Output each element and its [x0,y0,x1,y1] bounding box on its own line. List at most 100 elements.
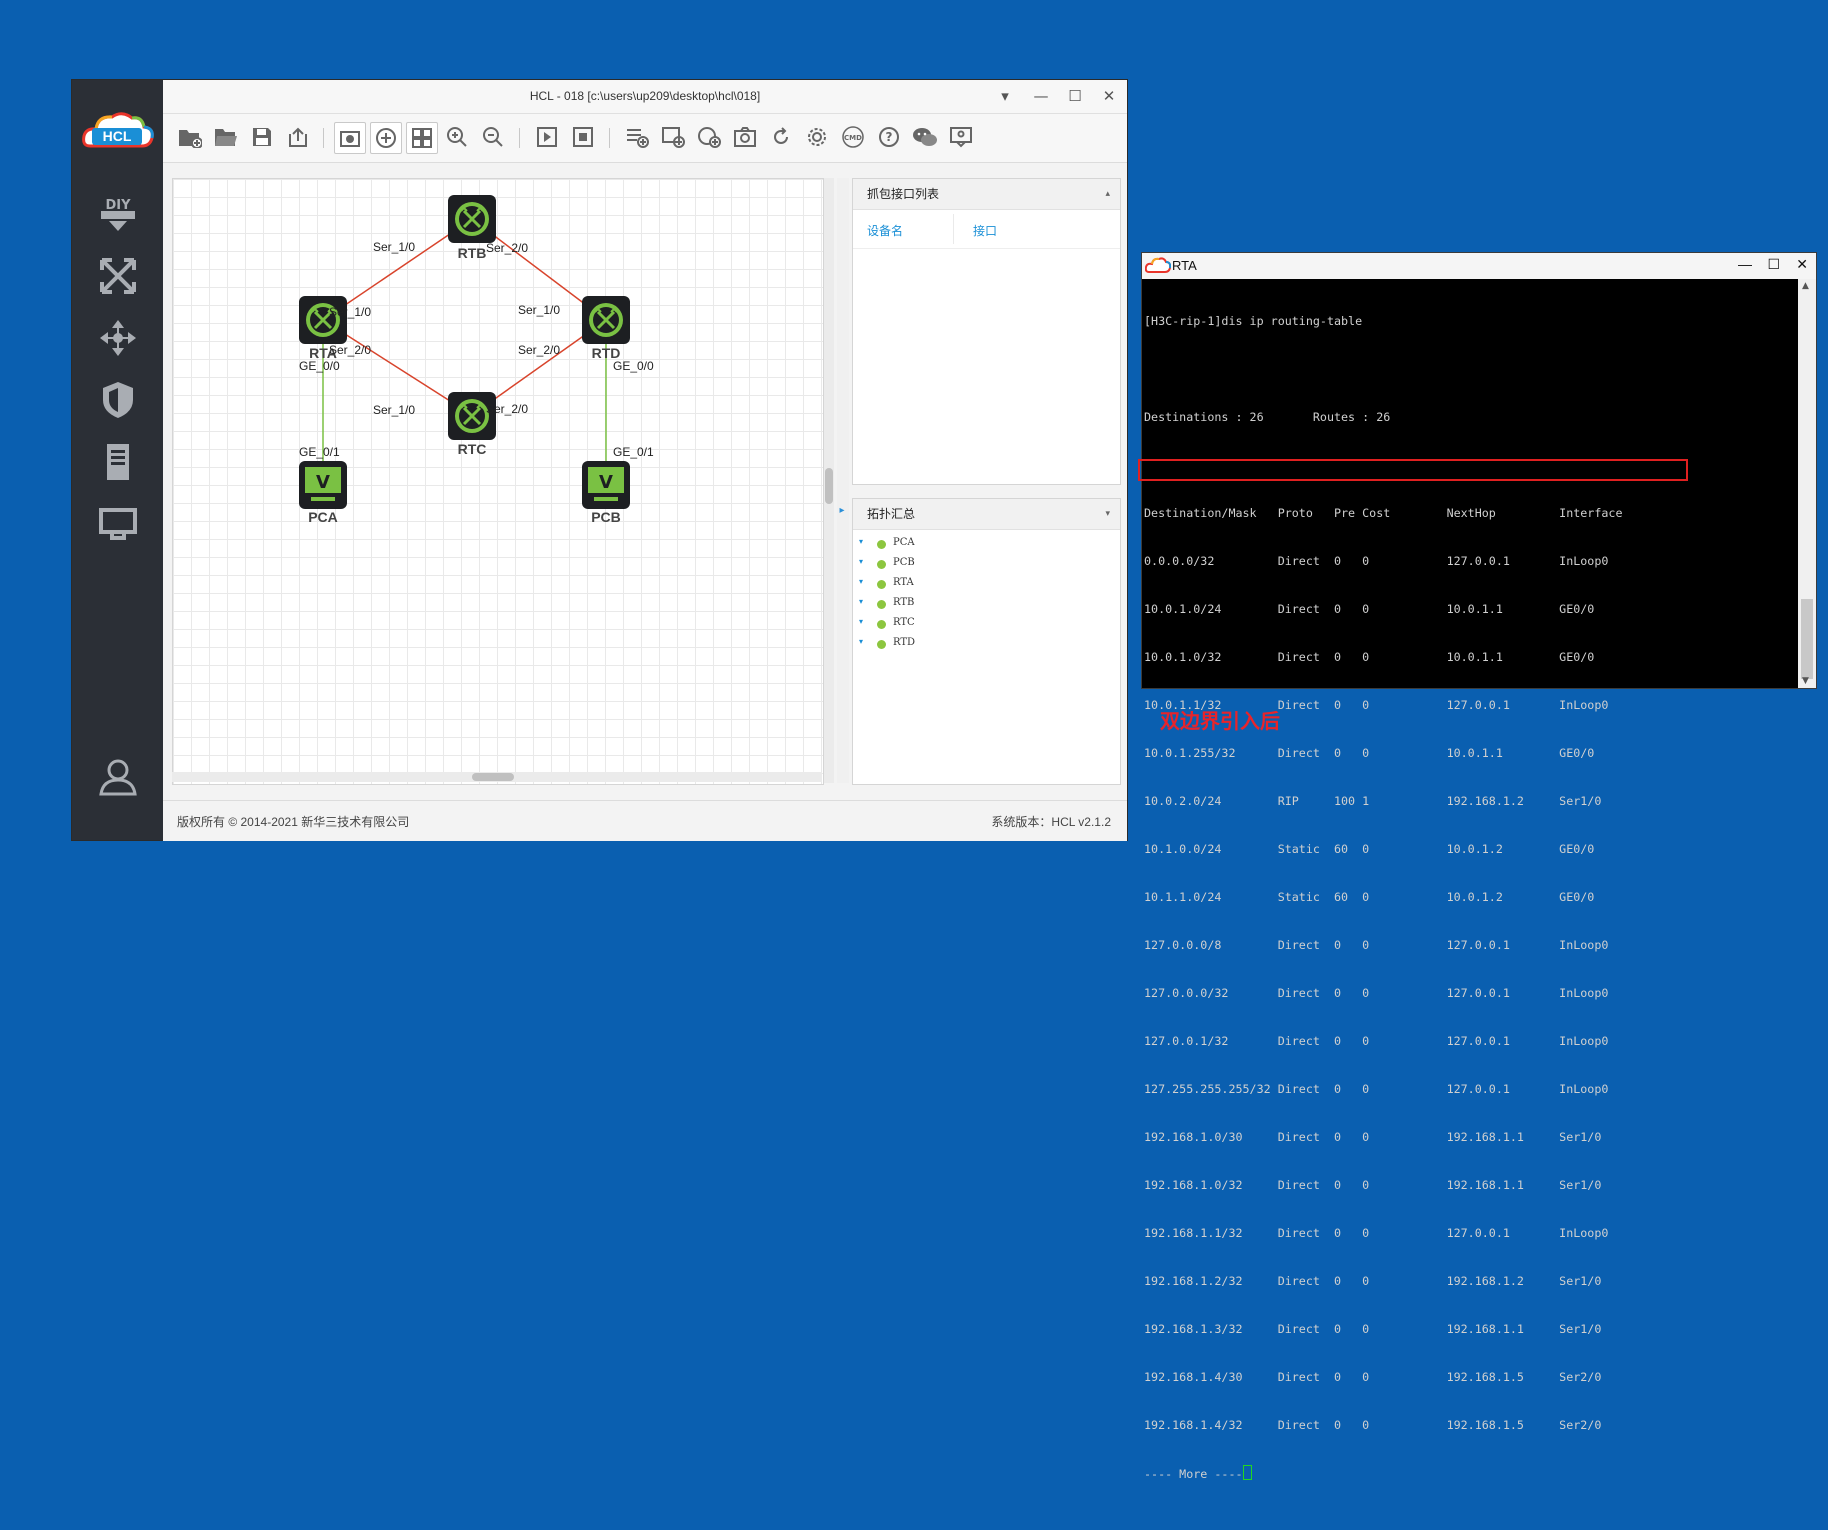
save-icon[interactable] [247,122,277,152]
grid-view-icon[interactable] [406,122,438,154]
maximize-button[interactable]: ☐ [1767,256,1780,273]
status-dot-icon [877,540,886,549]
vertical-scroll-thumb[interactable] [825,468,833,504]
node-label-pca: PCA [308,509,338,525]
zoom-in-icon[interactable] [442,122,472,152]
horizontal-scroll-thumb[interactable] [472,773,514,781]
maximize-button[interactable]: ☐ [1065,86,1085,106]
terminal-output[interactable]: [H3C-rip-1]dis ip routing-table Destinat… [1138,281,1796,1481]
command-line: [H3C-rip-1]dis ip routing-table [1144,314,1363,328]
router-rtb-icon[interactable] [448,195,496,243]
cmd-icon[interactable]: CMD [838,122,868,152]
svg-text:V: V [599,472,613,493]
horizontal-scrollbar[interactable] [172,772,822,782]
chevron-down-icon: ▾ [859,597,864,606]
diy-icon[interactable]: DIY [94,190,142,238]
chevron-down-icon: ▾ [859,577,864,586]
minimize-button[interactable]: — [1031,86,1051,106]
add-window-icon[interactable] [658,122,688,152]
route-row: 192.168.1.4/30 Direct 0 0 192.168.1.5 Se… [1144,1370,1602,1384]
terminal-title-bar: RTA — ☐ ✕ [1142,253,1816,279]
route-row: 10.0.1.0/24 Direct 0 0 10.0.1.1 GE0/0 [1144,602,1595,616]
port-label: GE_0/1 [613,445,654,459]
camera-icon[interactable] [730,122,760,152]
list-add-icon[interactable] [622,122,652,152]
annotation-caption: 双边界引入后 [1160,709,1280,733]
capture-panel-header[interactable]: 抓包接口列表 ▴ [853,179,1120,210]
pc-pcb-icon[interactable]: V [582,461,630,509]
collapse-icon[interactable]: ▾ [1105,499,1110,529]
wechat-icon[interactable] [910,122,940,152]
route-row: 10.1.0.0/24 Static 60 0 10.0.1.2 GE0/0 [1144,842,1595,856]
capture-interface-panel: 抓包接口列表 ▴ 设备名 接口 [852,178,1121,485]
expand-arrow-icon[interactable]: ▸ [837,498,847,524]
topology-icon[interactable] [94,252,142,300]
hcl-logo: HCL [80,108,156,156]
route-row: 192.168.1.4/32 Direct 0 0 192.168.1.5 Se… [1144,1418,1602,1432]
topology-item[interactable]: ▾ PCB [853,554,1120,574]
topology-summary-panel: 拓扑汇总 ▾ ▾ PCA ▾ PCB ▾ RTA ▾ RTB ▾ RTC ▾ RTD [852,498,1121,785]
node-label-pcb: PCB [591,509,621,525]
column-device-name[interactable]: 设备名 [867,222,903,239]
route-row: 192.168.1.0/30 Direct 0 0 192.168.1.1 Se… [1144,1130,1602,1144]
version-text: 系统版本：HCL v2.1.2 [991,815,1111,829]
stop-all-icon[interactable] [568,122,598,152]
status-dot-icon [877,640,886,649]
feedback-icon[interactable] [946,122,976,152]
settings-gear-icon[interactable] [802,122,832,152]
minimize-button[interactable]: — [1738,256,1752,272]
help-icon[interactable]: ? [874,122,904,152]
topology-item[interactable]: ▾ RTA [853,574,1120,594]
screenshot-device-icon[interactable] [334,122,366,154]
chevron-down-icon: ▾ [859,637,864,646]
dropdown-icon[interactable]: ▾ [995,86,1015,106]
port-label: GE_0/0 [299,359,340,373]
topology-item[interactable]: ▾ RTC [853,614,1120,634]
port-label: Ser_1/0 [373,240,416,254]
scroll-down-icon[interactable]: ▼ [1802,676,1809,686]
route-row: 10.0.1.255/32 Direct 0 0 10.0.1.1 GE0/0 [1144,746,1595,760]
port-label: Ser_2/0 [329,343,372,357]
copyright-text: 版权所有 © 2014-2021 新华三技术有限公司 [177,815,410,829]
close-button[interactable]: ✕ [1796,256,1808,273]
title-bar: HCL - 018 [c:\users\up209\desktop\hcl\01… [163,80,1127,114]
collapse-icon[interactable]: ▴ [1105,179,1110,209]
monitor-icon[interactable] [94,500,142,548]
add-shape-icon[interactable] [694,122,724,152]
terminal-window: RTA — ☐ ✕ [H3C-rip-1]dis ip routing-tabl… [1138,253,1816,1481]
topology-item[interactable]: ▾ RTD [853,634,1120,654]
link-devices-icon[interactable] [370,122,402,154]
start-all-icon[interactable] [532,122,562,152]
security-shield-icon[interactable] [94,376,142,424]
route-row: 192.168.1.2/32 Direct 0 0 192.168.1.2 Se… [1144,1274,1602,1288]
terminal-scroll-thumb[interactable] [1801,599,1813,679]
topology-panel-header[interactable]: 拓扑汇总 ▾ [853,499,1120,530]
route-row: 127.0.0.1/32 Direct 0 0 127.0.0.1 InLoop… [1144,1034,1609,1048]
close-button[interactable]: ✕ [1099,86,1119,106]
router-rtd-icon[interactable] [582,296,630,344]
topology-canvas[interactable]: RTB RTA RTD RTC V PCA V PCB Ser_1/0 Ser_… [172,178,824,785]
zoom-out-icon[interactable] [478,122,508,152]
port-label: Ser_1/0 [329,305,372,319]
topology-item[interactable]: ▾ PCA [853,534,1120,554]
topology-item[interactable]: ▾ RTB [853,594,1120,614]
open-folder-icon[interactable] [211,122,241,152]
refresh-icon[interactable] [766,122,796,152]
move-icon[interactable] [94,314,142,362]
route-row: 192.168.1.3/32 Direct 0 0 192.168.1.1 Se… [1144,1322,1602,1336]
new-project-icon[interactable] [175,122,205,152]
router-rtc-icon[interactable] [448,392,496,440]
port-label: Ser_2/0 [518,343,561,357]
vertical-scrollbar[interactable] [824,178,834,783]
user-icon[interactable] [94,752,142,800]
router-rta-icon[interactable] [299,296,347,344]
terminal-scrollbar[interactable]: ▲ ▼ [1798,279,1816,688]
export-icon[interactable] [283,122,313,152]
topology-panel-title: 拓扑汇总 [867,507,916,521]
server-icon[interactable] [94,438,142,486]
pc-pca-icon[interactable]: V [299,461,347,509]
column-interface[interactable]: 接口 [973,222,997,239]
panel-splitter[interactable]: ▸ [837,178,849,783]
capture-table-header: 设备名 接口 [853,210,1120,249]
scroll-up-icon[interactable]: ▲ [1802,281,1809,291]
